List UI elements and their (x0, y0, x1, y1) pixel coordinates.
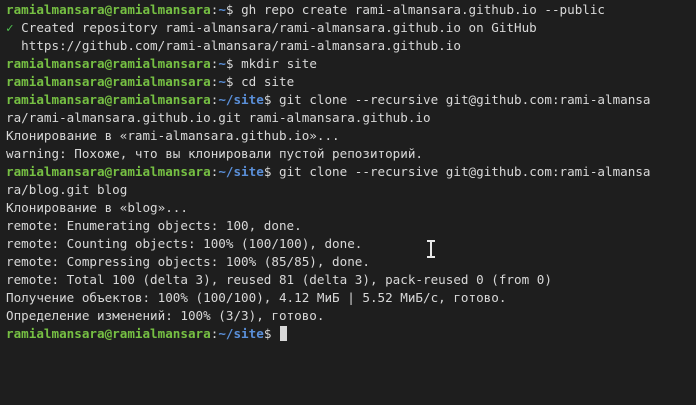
terminal-line-2: ✓ Created repository rami-almansara/rami… (6, 19, 690, 37)
command-text-wrap: ra/rami-almansara.github.io.git rami-alm… (6, 110, 431, 125)
command-text: git clone --recursive git@github.com:ram… (278, 92, 651, 107)
prompt-user: ramialmansara@ramialmansara (6, 164, 211, 179)
prompt-path: ~ (218, 56, 226, 71)
terminal-line-13: remote: Enumerating objects: 100, done. (6, 217, 690, 235)
terminal-line-19: ramialmansara@ramialmansara:~/site$ (6, 325, 690, 343)
prompt-path: ~/site (218, 326, 264, 341)
terminal-line-1: ramialmansara@ramialmansara:~$ gh repo c… (6, 1, 690, 19)
ibeam-stem (430, 241, 432, 257)
terminal-line-16: remote: Total 100 (delta 3), reused 81 (… (6, 271, 690, 289)
output-text: remote: Total 100 (delta 3), reused 81 (… (6, 272, 552, 287)
terminal-line-8: Клонирование в «rami-almansara.github.io… (6, 127, 690, 145)
prompt-user: ramialmansara@ramialmansara (6, 326, 211, 341)
block-cursor[interactable] (279, 326, 287, 341)
prompt-dollar: $ (263, 92, 279, 107)
command-text-wrap: ra/blog.git blog (6, 182, 128, 197)
prompt-path: ~ (218, 74, 226, 89)
prompt-path: ~/site (218, 92, 264, 107)
command-text: mkdir site (241, 56, 317, 71)
prompt-path: ~/site (218, 164, 264, 179)
prompt-user: ramialmansara@ramialmansara (6, 92, 211, 107)
output-text: warning: Похоже, что вы клонировали пуст… (6, 146, 424, 161)
prompt-user: ramialmansara@ramialmansara (6, 74, 211, 89)
output-text: remote: Counting objects: 100% (100/100)… (6, 236, 363, 251)
terminal-line-14: remote: Counting objects: 100% (100/100)… (6, 235, 690, 253)
terminal-line-4: ramialmansara@ramialmansara:~$ mkdir sit… (6, 55, 690, 73)
ibeam-bottom (427, 256, 435, 258)
prompt-user: ramialmansara@ramialmansara (6, 56, 211, 71)
output-text: https://github.com/rami-almansara/rami-a… (6, 38, 461, 53)
prompt-dollar: $ (225, 56, 242, 71)
output-text: Created repository rami-almansara/rami-a… (13, 20, 537, 35)
check-mark-icon: ✓ (6, 20, 14, 35)
prompt-dollar: $ (263, 164, 279, 179)
terminal-line-6: ramialmansara@ramialmansara:~/site$ git … (6, 91, 690, 109)
terminal-line-10: ramialmansara@ramialmansara:~/site$ git … (6, 163, 690, 181)
terminal-line-5: ramialmansara@ramialmansara:~$ cd site (6, 73, 690, 91)
terminal-line-17: Получение объектов: 100% (100/100), 4.12… (6, 289, 690, 307)
prompt-dollar: $ (263, 326, 279, 341)
terminal-line-12: Клонирование в «blog»... (6, 199, 690, 217)
prompt-user: ramialmansara@ramialmansara (6, 2, 211, 17)
prompt-path: ~ (218, 2, 226, 17)
prompt-dollar: $ (225, 74, 242, 89)
output-text: Получение объектов: 100% (100/100), 4.12… (6, 290, 507, 305)
output-text: Определение изменений: 100% (3/3), готов… (6, 308, 325, 323)
output-text: Клонирование в «blog»... (6, 200, 188, 215)
prompt-dollar: $ (225, 2, 242, 17)
terminal-line-9: warning: Похоже, что вы клонировали пуст… (6, 145, 690, 163)
terminal-line-11: ra/blog.git blog (6, 181, 690, 199)
output-text: remote: Compressing objects: 100% (85/85… (6, 254, 370, 269)
terminal-line-3: https://github.com/rami-almansara/rami-a… (6, 37, 690, 55)
command-text: gh repo create rami-almansara.github.io … (241, 2, 606, 17)
terminal-window[interactable]: ramialmansara@ramialmansara:~$ gh repo c… (0, 0, 696, 405)
terminal-line-15: remote: Compressing objects: 100% (85/85… (6, 253, 690, 271)
command-text: cd site (241, 74, 295, 89)
command-text: git clone --recursive git@github.com:ram… (278, 164, 651, 179)
terminal-line-18: Определение изменений: 100% (3/3), готов… (6, 307, 690, 325)
terminal-line-7: ra/rami-almansara.github.io.git rami-alm… (6, 109, 690, 127)
output-text: remote: Enumerating objects: 100, done. (6, 218, 302, 233)
output-text: Клонирование в «rami-almansara.github.io… (6, 128, 340, 143)
text-ibeam-icon (427, 240, 435, 258)
